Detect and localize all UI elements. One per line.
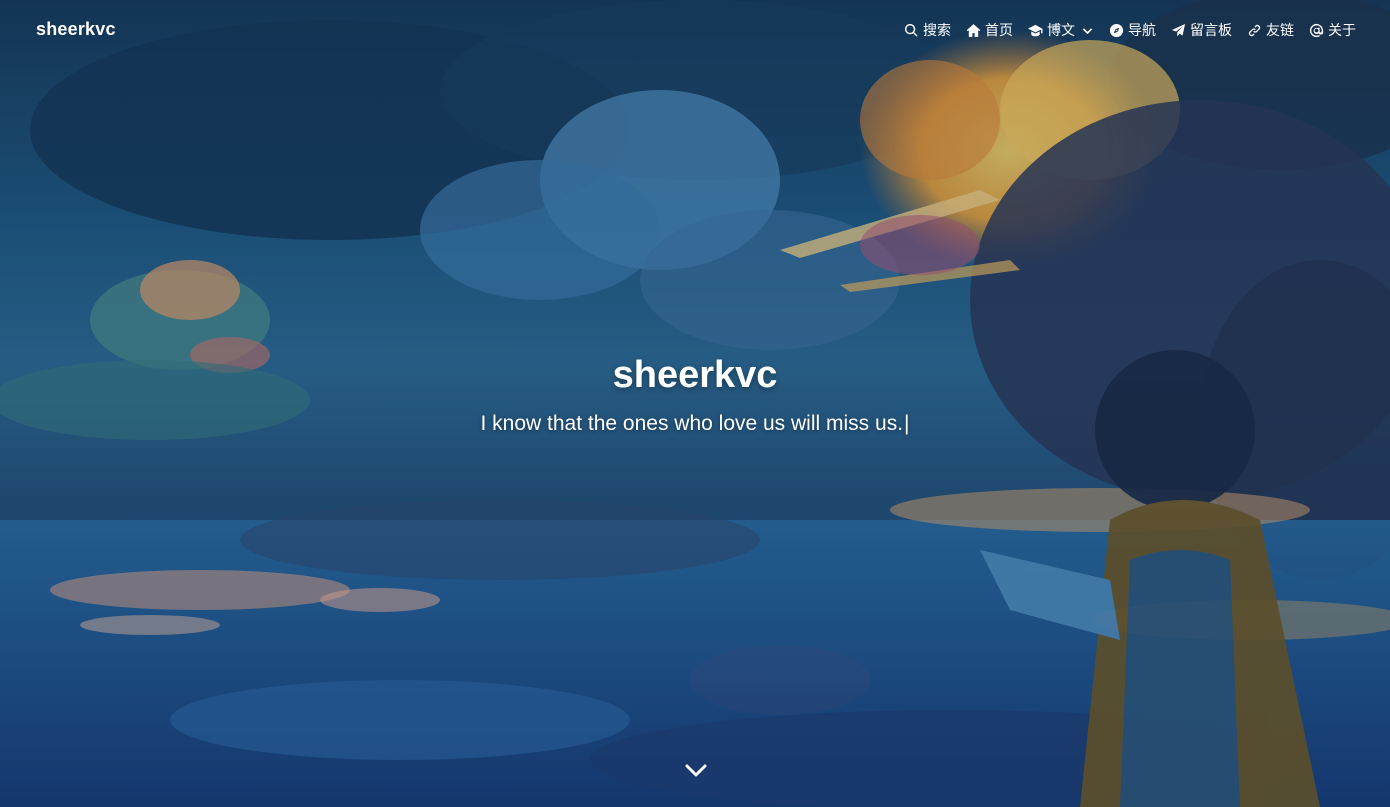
at-icon bbox=[1309, 23, 1324, 38]
chevron-down-icon bbox=[682, 764, 710, 788]
chevron-down-icon bbox=[1079, 24, 1094, 37]
scroll-down-button[interactable] bbox=[682, 756, 710, 784]
hero-banner: sheerkvc 搜索 首页 博文 导航 留言板 友链 关于 sheerkvc … bbox=[0, 0, 1390, 807]
home-icon bbox=[966, 23, 981, 38]
nav-item-label: 友链 bbox=[1266, 22, 1294, 38]
nav-menu: 搜索 首页 博文 导航 留言板 友链 关于 bbox=[904, 20, 1356, 40]
nav-item-label: 留言板 bbox=[1190, 22, 1232, 38]
nav-item-friend-links[interactable]: 友链 bbox=[1247, 20, 1294, 40]
compass-icon bbox=[1109, 23, 1124, 38]
paper-plane-icon bbox=[1171, 23, 1186, 38]
nav-item-label: 关于 bbox=[1328, 22, 1356, 38]
typing-cursor: | bbox=[904, 412, 910, 435]
link-icon bbox=[1247, 23, 1262, 38]
hero-subtitle: I know that the ones who love us will mi… bbox=[0, 412, 1390, 436]
nav-item-label: 搜索 bbox=[923, 22, 951, 38]
nav-item-label: 博文 bbox=[1047, 22, 1075, 38]
search-icon bbox=[904, 23, 919, 38]
nav-item-home[interactable]: 首页 bbox=[966, 20, 1013, 40]
nav-item-posts-dropdown[interactable]: 博文 bbox=[1028, 20, 1094, 40]
nav-item-navigation[interactable]: 导航 bbox=[1109, 20, 1156, 40]
nav-item-label: 首页 bbox=[985, 22, 1013, 38]
top-navbar: sheerkvc 搜索 首页 博文 导航 留言板 友链 关于 bbox=[0, 0, 1390, 62]
nav-item-about[interactable]: 关于 bbox=[1309, 20, 1356, 40]
nav-item-search[interactable]: 搜索 bbox=[904, 20, 951, 40]
nav-item-label: 导航 bbox=[1128, 22, 1156, 38]
background-overlay bbox=[0, 0, 1390, 807]
hero-title: sheerkvc bbox=[612, 354, 778, 396]
nav-item-guestbook[interactable]: 留言板 bbox=[1171, 20, 1232, 40]
graduation-cap-icon bbox=[1028, 23, 1043, 38]
typed-text: I know that the ones who love us will mi… bbox=[480, 412, 904, 435]
site-brand-link[interactable]: sheerkvc bbox=[36, 19, 116, 40]
